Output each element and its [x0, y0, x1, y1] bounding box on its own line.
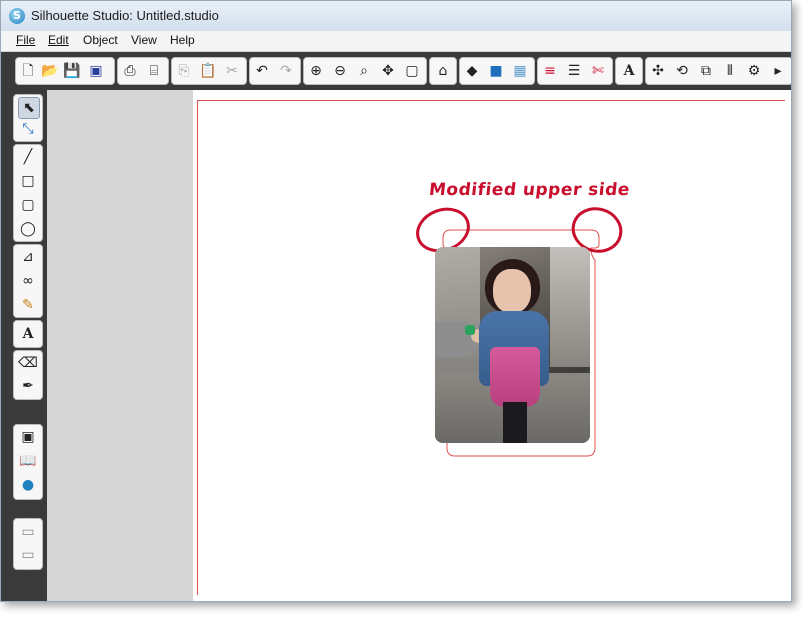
menu-object[interactable]: Object [80, 33, 121, 47]
panel-tools-group: ▣ 📖 ● [13, 424, 43, 500]
shape-tools-group: ╱ □ ▢ ◯ [13, 144, 43, 242]
toolbar-transform-group: ✣ ⟲ ⧉ ⫴ ⚙ ▸ [645, 57, 791, 85]
align-icon[interactable]: ⫴ [720, 61, 740, 81]
redo-icon[interactable]: ↷ [276, 61, 296, 81]
save-icon[interactable]: 💾 [62, 61, 82, 81]
fill-color-icon[interactable]: ◆ [462, 61, 482, 81]
child-photo[interactable] [435, 247, 590, 443]
left-toolbar: ⬉ ⤡ ╱ □ ▢ ◯ ⊿ ∞ ✎ A ⌫ ✒ ▣ 📖 ● ▭ ▭ [1, 90, 47, 601]
scale-icon[interactable]: ⧉ [696, 61, 716, 81]
menu-edit[interactable]: Edit [45, 33, 72, 47]
draw-tools-group: ⊿ ∞ ✎ [13, 244, 43, 318]
title-bar: S Silhouette Studio: Untitled.studio [1, 1, 791, 32]
text-tool-group: A [13, 320, 43, 348]
undo-icon[interactable]: ↶ [252, 61, 272, 81]
toolbar-zoom-group: ⊕ ⊖ ⌕ ✥ ▢ [303, 57, 427, 85]
menu-file[interactable]: File [13, 33, 38, 47]
trace-icon[interactable]: ▣ [18, 427, 38, 447]
app-window: S Silhouette Studio: Untitled.studio Fil… [0, 0, 792, 602]
menu-help[interactable]: Help [167, 33, 198, 47]
polygon-icon[interactable]: ⊿ [18, 247, 38, 267]
cut-style-icon[interactable]: ✄ [588, 61, 608, 81]
panel-bottom-icon[interactable]: ▭ [18, 545, 38, 565]
fit-page-icon[interactable]: ▢ [402, 61, 422, 81]
open-folder-icon[interactable]: 📂 [40, 61, 60, 81]
zoom-out-icon[interactable]: ⊖ [330, 61, 350, 81]
main-toolbar: 🗋 📂 💾 ▣ ⎙ ⌸ ⎘ 📋 ✂ ↶ ↷ ⊕ ⊖ ⌕ ✥ ▢ ⌂ ◆ ■ ▦ … [1, 52, 791, 91]
line-color-icon[interactable]: ≡ [540, 61, 560, 81]
toolbar-line-group: ≡ ☰ ✄ [537, 57, 613, 85]
toolbar-home-group: ⌂ [429, 57, 457, 85]
curve-icon[interactable]: ∞ [18, 271, 38, 291]
toolbar-print-group: ⎙ ⌸ [117, 57, 169, 85]
knife-icon[interactable]: ✒ [18, 376, 38, 396]
annotation-label: Modified upper side [427, 180, 631, 200]
settings-icon[interactable]: ⚙ [744, 61, 764, 81]
toolbar-history-group: ↶ ↷ [249, 57, 301, 85]
print-cut-icon[interactable]: ⌸ [144, 61, 164, 81]
text-icon[interactable]: A [18, 324, 38, 344]
zoom-in-icon[interactable]: ⊕ [306, 61, 326, 81]
line-icon[interactable]: ╱ [18, 147, 38, 167]
home-icon[interactable]: ⌂ [433, 61, 453, 81]
print-icon[interactable]: ⎙ [120, 61, 140, 81]
rectangle-icon[interactable]: □ [18, 171, 38, 191]
silhouette-logo-icon: S [9, 8, 25, 24]
fill-gradient-icon[interactable]: ■ [486, 61, 506, 81]
panel-top-icon[interactable]: ▭ [18, 522, 38, 542]
select-tools-group: ⬉ ⤡ [13, 94, 43, 142]
view-panels-group: ▭ ▭ [13, 518, 43, 570]
window-title: Silhouette Studio: Untitled.studio [31, 8, 219, 23]
toolbar-clipboard-group: ⎘ 📋 ✂ [171, 57, 247, 85]
transform-icon[interactable]: ✣ [648, 61, 668, 81]
eraser-icon[interactable]: ⌫ [18, 353, 38, 373]
fill-pattern-icon[interactable]: ▦ [510, 61, 530, 81]
new-document-icon[interactable]: 🗋 [18, 61, 38, 81]
freehand-icon[interactable]: ✎ [18, 295, 38, 315]
toolbar-file-group: 🗋 📂 💾 ▣ [15, 57, 115, 85]
ellipse-icon[interactable]: ◯ [18, 219, 38, 239]
workspace-margin [47, 90, 193, 601]
line-style-icon[interactable]: ☰ [564, 61, 584, 81]
erase-tools-group: ⌫ ✒ [13, 350, 43, 400]
design-canvas[interactable]: Modified upper side [193, 90, 791, 601]
paste-icon[interactable]: 📋 [198, 61, 218, 81]
edit-points-icon[interactable]: ⤡ [18, 119, 38, 139]
cut-icon[interactable]: ✂ [222, 61, 242, 81]
select-icon[interactable]: ⬉ [18, 97, 40, 119]
zoom-area-icon[interactable]: ⌕ [354, 61, 374, 81]
library-icon[interactable]: 📖 [18, 451, 38, 471]
text-style-icon[interactable]: A [619, 61, 639, 81]
copy-icon[interactable]: ⎘ [174, 61, 194, 81]
pan-icon[interactable]: ✥ [378, 61, 398, 81]
toolbar-fill-group: ◆ ■ ▦ [459, 57, 535, 85]
more-tools-icon[interactable]: ▸ [768, 61, 788, 81]
rotate-icon[interactable]: ⟲ [672, 61, 692, 81]
save-to-library-icon[interactable]: ▣ [86, 61, 106, 81]
menu-view[interactable]: View [128, 33, 160, 47]
menu-bar: File Edit Object View Help [1, 31, 791, 52]
rounded-rectangle-icon[interactable]: ▢ [18, 195, 38, 215]
toolbar-text-group: A [615, 57, 643, 85]
silhouette-store-icon[interactable]: ● [18, 475, 38, 495]
